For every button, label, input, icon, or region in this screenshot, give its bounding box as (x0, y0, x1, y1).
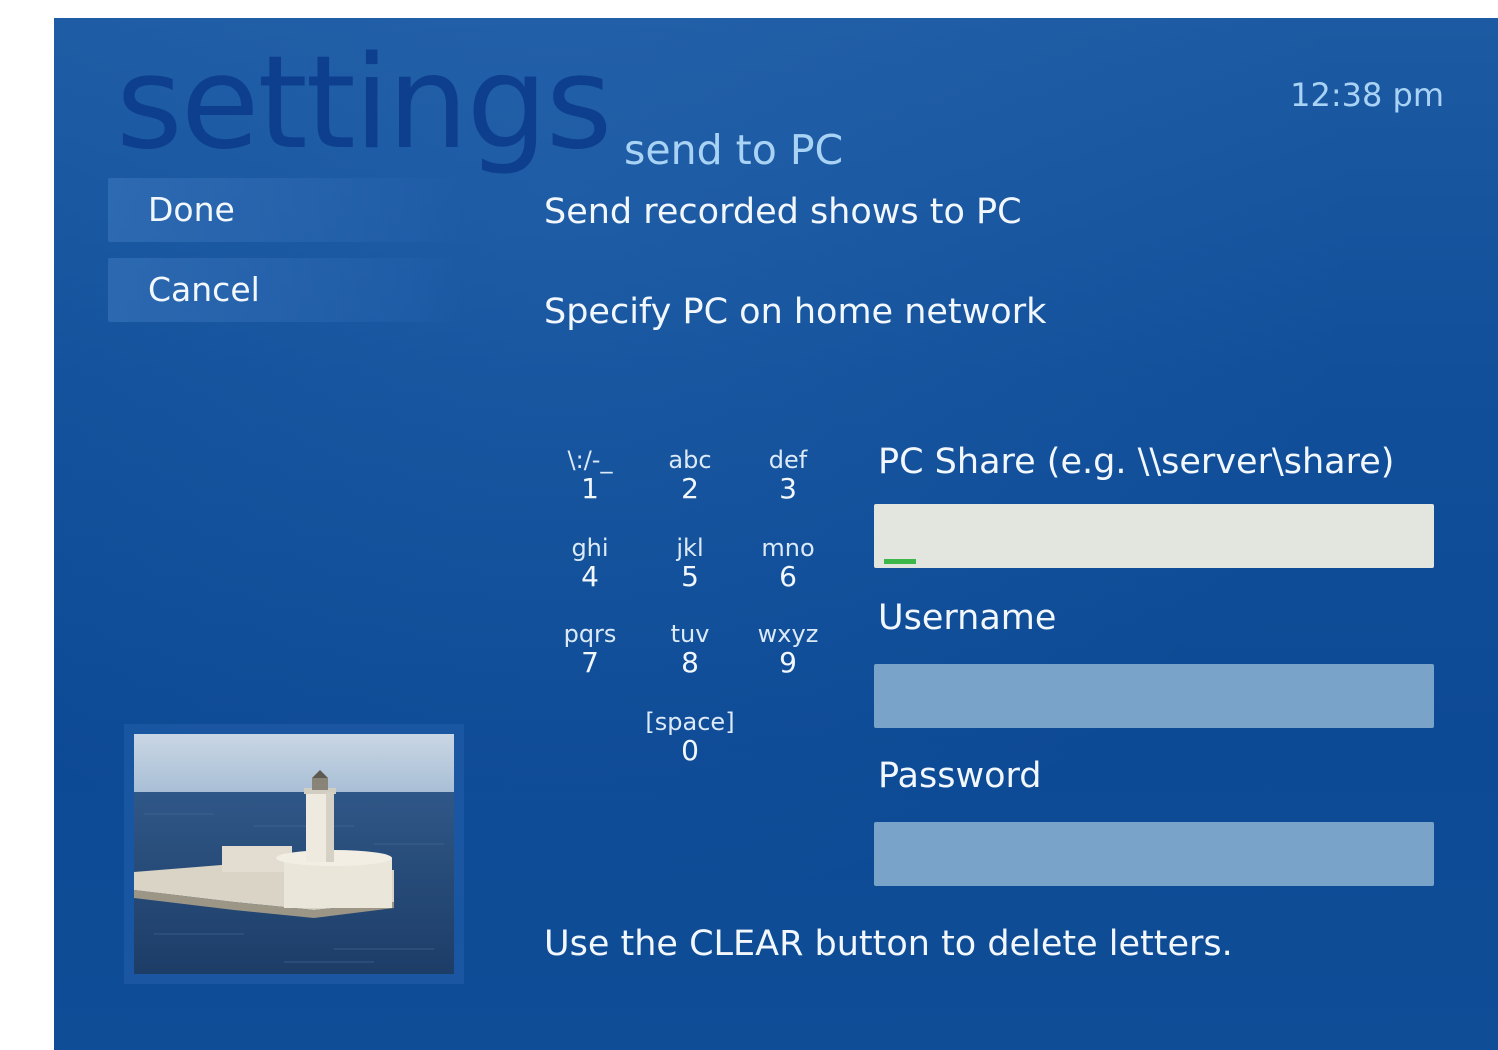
keypad-key-4: ghi 4 (540, 534, 640, 592)
option-send-recorded[interactable]: Send recorded shows to PC (544, 192, 1022, 232)
keypad-digit: 2 (681, 472, 699, 505)
keypad-key-0: [space] 0 (640, 708, 740, 766)
keypad-key-7: pqrs 7 (540, 620, 640, 678)
keypad-key-3: def 3 (738, 446, 838, 504)
option-specify-pc[interactable]: Specify PC on home network (544, 292, 1046, 332)
media-center-screen: settings send to PC 12:38 pm Done Cancel… (54, 18, 1498, 1050)
password-label: Password (878, 756, 1042, 796)
keypad-letters: jkl (676, 534, 704, 562)
keypad-digit: 5 (681, 560, 699, 593)
keypad-digit: 4 (581, 560, 599, 593)
clock: 12:38 pm (1290, 76, 1444, 114)
hint-text: Use the CLEAR button to delete letters. (544, 924, 1233, 964)
keypad-letters: def (768, 446, 808, 474)
keypad-key-6: mno 6 (738, 534, 838, 592)
keypad-digit: 0 (681, 734, 699, 767)
keypad-digit: 3 (779, 472, 797, 505)
keypad-digit: 9 (779, 646, 797, 679)
username-label: Username (878, 598, 1057, 638)
lighthouse-photo (134, 734, 454, 974)
keypad-letters: pqrs (563, 620, 617, 648)
keypad-key-1: \:/-_ 1 (540, 446, 640, 504)
keypad-key-5: jkl 5 (640, 534, 740, 592)
keypad-digit: 1 (581, 472, 599, 505)
keypad-letters: wxyz (757, 620, 819, 648)
keypad-key-2: abc 2 (640, 446, 740, 504)
keypad-key-9: wxyz 9 (738, 620, 838, 678)
username-input[interactable] (874, 664, 1434, 728)
text-cursor (884, 559, 916, 564)
keypad-letters: tuv (670, 620, 710, 648)
keypad-letters: abc (668, 446, 712, 474)
keypad-digit: 8 (681, 646, 699, 679)
pc-share-label: PC Share (e.g. \\server\share) (878, 442, 1395, 482)
keypad-letters: mno (761, 534, 815, 562)
thumbnail-frame (124, 724, 464, 984)
done-button[interactable]: Done (108, 178, 464, 242)
keypad-digit: 6 (779, 560, 797, 593)
keypad-digit: 7 (581, 646, 599, 679)
cancel-button[interactable]: Cancel (108, 258, 464, 322)
keypad-letters: [space] (645, 708, 735, 736)
keypad: \:/-_ 1 abc 2 def 3 ghi 4 jkl 5 mno 6 pq… (540, 446, 840, 786)
password-input[interactable] (874, 822, 1434, 886)
keypad-letters: ghi (571, 534, 609, 562)
pc-share-input[interactable] (874, 504, 1434, 568)
section-title: settings (116, 29, 612, 178)
page-title: send to PC (624, 126, 844, 174)
keypad-letters: \:/-_ (567, 446, 613, 474)
keypad-key-8: tuv 8 (640, 620, 740, 678)
